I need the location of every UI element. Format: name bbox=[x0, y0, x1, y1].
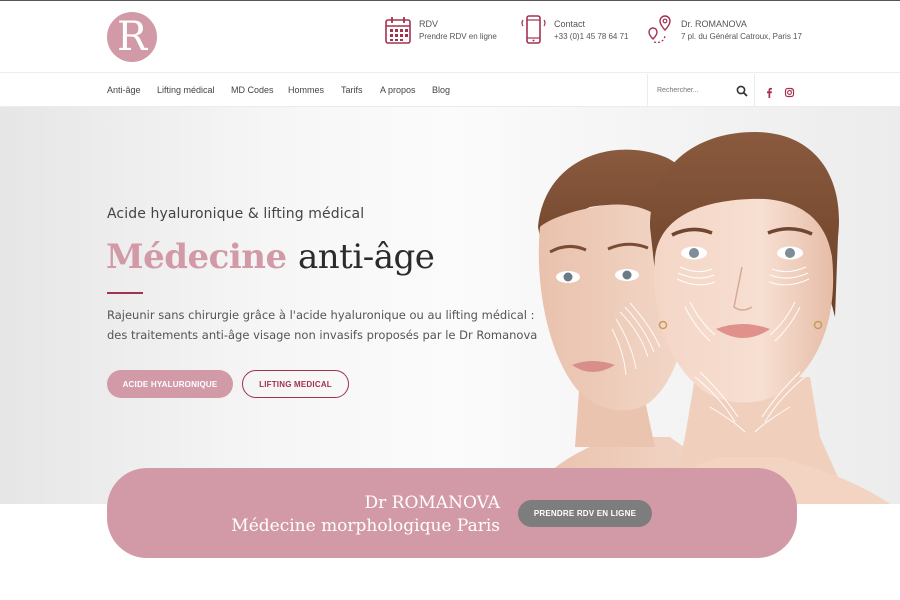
cta-band: Dr ROMANOVA Médecine morphologique Paris… bbox=[107, 468, 797, 558]
rdv-block[interactable]: RDV Prendre RDV en ligne bbox=[383, 14, 497, 46]
nav-item-anti-age[interactable]: Anti-âge bbox=[107, 85, 141, 95]
top-header: R RDV Prendre RDV en ligne Contact +33 (… bbox=[0, 0, 900, 73]
cta-subtitle: Médecine morphologique Paris bbox=[231, 516, 500, 536]
search-icon[interactable] bbox=[736, 84, 748, 97]
nav-item-tarifs[interactable]: Tarifs bbox=[341, 85, 363, 95]
hero-description: Rajeunir sans chirurgie grâce à l'acide … bbox=[107, 308, 538, 342]
contact-phone: +33 (0)1 45 78 64 71 bbox=[554, 32, 629, 41]
logo-letter: R bbox=[116, 14, 148, 60]
nav-item-hommes[interactable]: Hommes bbox=[288, 85, 324, 95]
lifting-medical-button[interactable]: LIFTING MEDICAL bbox=[242, 370, 349, 398]
nav-item-lifting-medical[interactable]: Lifting médical bbox=[157, 85, 215, 95]
nav-item-blog[interactable]: Blog bbox=[432, 85, 450, 95]
search-box bbox=[647, 74, 755, 107]
map-pin-icon bbox=[645, 14, 675, 46]
address-title: Dr. ROMANOVA bbox=[681, 19, 747, 29]
nav-item-a-propos[interactable]: A propos bbox=[380, 85, 416, 95]
address-text: 7 pl. du Général Catroux, Paris 17 bbox=[681, 32, 802, 41]
logo[interactable]: R bbox=[107, 12, 157, 62]
phone-icon bbox=[518, 14, 548, 46]
contact-block[interactable]: Contact +33 (0)1 45 78 64 71 bbox=[518, 14, 629, 46]
main-nav: Anti-âge Lifting médical MD Codes Hommes… bbox=[0, 74, 900, 107]
facebook-icon[interactable] bbox=[764, 85, 775, 98]
hero-title: Médecine anti-âge bbox=[106, 235, 435, 279]
hero-kicker: Acide hyaluronique & lifting médical bbox=[107, 206, 365, 222]
hero-title-accent: Médecine bbox=[106, 237, 287, 277]
hero-faces-image bbox=[520, 107, 900, 504]
contact-title: Contact bbox=[554, 19, 586, 29]
address-block[interactable]: Dr. ROMANOVA 7 pl. du Général Catroux, P… bbox=[645, 14, 802, 46]
prendre-rdv-button[interactable]: PRENDRE RDV EN LIGNE bbox=[518, 500, 652, 527]
rdv-title: RDV bbox=[419, 19, 439, 29]
search-input[interactable] bbox=[657, 83, 732, 97]
calendar-icon bbox=[383, 14, 413, 46]
instagram-icon[interactable] bbox=[784, 85, 795, 98]
cta-doctor-name: Dr ROMANOVA bbox=[364, 493, 501, 513]
hero-title-rest: anti-âge bbox=[298, 237, 435, 277]
hero-section: Acide hyaluronique & lifting médical Méd… bbox=[0, 107, 900, 504]
nav-item-md-codes[interactable]: MD Codes bbox=[231, 85, 274, 95]
hero-divider bbox=[107, 292, 143, 294]
acide-hyaluronique-button[interactable]: ACIDE HYALURONIQUE bbox=[107, 370, 233, 398]
rdv-subtitle: Prendre RDV en ligne bbox=[419, 32, 497, 41]
